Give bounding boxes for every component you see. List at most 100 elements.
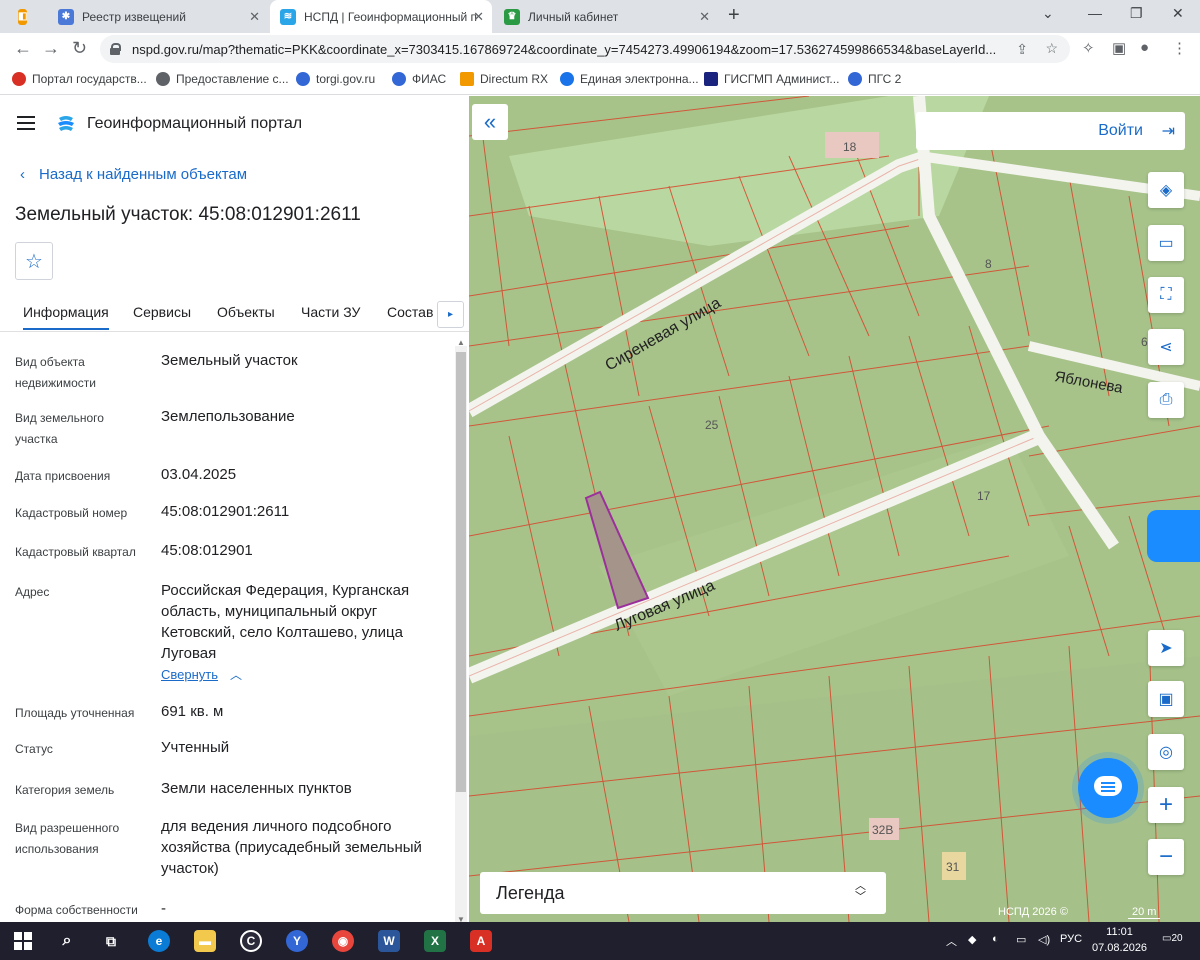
locate-button[interactable]: ➤ bbox=[1148, 630, 1184, 666]
bookmark-star-icon[interactable]: ☆ bbox=[1045, 40, 1058, 57]
print-button[interactable]: ⎙ bbox=[1148, 382, 1184, 418]
share-icon[interactable]: ⇪ bbox=[1016, 41, 1028, 58]
side-panel-icon[interactable]: ▣ bbox=[1112, 39, 1126, 57]
tab-information[interactable]: Информация bbox=[23, 304, 109, 330]
minimize-icon[interactable]: — bbox=[1088, 5, 1102, 21]
window-close-icon[interactable]: ✕ bbox=[1172, 5, 1184, 22]
volume-icon[interactable]: ◁) bbox=[1038, 933, 1050, 946]
clock[interactable]: 11:01 07.08.2026 bbox=[1092, 924, 1147, 956]
info-value: 03.04.2025 bbox=[161, 466, 237, 483]
tab-services[interactable]: Сервисы bbox=[133, 304, 191, 320]
directum-icon: ◧ bbox=[18, 8, 28, 25]
bookmark-pgs[interactable]: ПГС 2 bbox=[848, 72, 901, 86]
collapse-link[interactable]: Свернуть bbox=[161, 667, 218, 682]
house-number: 18 bbox=[843, 140, 857, 154]
portal-logo-icon bbox=[58, 116, 74, 131]
bookmark-unified[interactable]: Единая электронна... bbox=[560, 72, 699, 86]
layers-icon: ◈ bbox=[1159, 182, 1173, 199]
tray-display-icon[interactable]: ▭ bbox=[1016, 933, 1026, 946]
tabs-scroll-right-button[interactable]: ▸ bbox=[437, 301, 464, 328]
bookmark-gisgmp[interactable]: ГИСГМП Админист... bbox=[704, 72, 839, 86]
tab-search-icon[interactable]: ⌄ bbox=[1042, 5, 1054, 22]
chat-button[interactable] bbox=[1078, 758, 1138, 818]
language-indicator[interactable]: РУС bbox=[1060, 933, 1082, 945]
area-select-button[interactable]: ⛶ bbox=[1148, 277, 1184, 313]
ruler-button[interactable]: ▭ bbox=[1148, 225, 1184, 261]
yandex-icon[interactable]: Y bbox=[286, 930, 308, 952]
file-explorer-icon[interactable]: ▬ bbox=[194, 930, 216, 952]
address-bar[interactable]: nspd.gov.ru/map?thematic=PKK&coordinate_… bbox=[100, 35, 1070, 63]
back-arrow-icon[interactable]: ← bbox=[14, 38, 32, 59]
search-icon[interactable]: ⌕ bbox=[56, 930, 78, 952]
tab-close-icon[interactable]: ✕ bbox=[249, 9, 260, 25]
reload-icon[interactable]: ↻ bbox=[72, 38, 87, 59]
tab-pinned[interactable]: ◧ bbox=[8, 0, 30, 33]
legend-dropdown[interactable]: Легенда ︿ ﹀ bbox=[480, 872, 886, 914]
layers-button[interactable]: ◈ bbox=[1148, 172, 1184, 208]
profile-avatar-icon[interactable]: ● bbox=[1140, 39, 1149, 56]
nspd-chat-logo-icon[interactable] bbox=[1147, 510, 1200, 562]
bookmark-torgi[interactable]: torgi.gov.ru bbox=[296, 72, 375, 86]
house-number: 25 bbox=[705, 418, 719, 432]
edge-icon[interactable]: e bbox=[148, 930, 170, 952]
tab-objects[interactable]: Объекты bbox=[217, 304, 275, 320]
menu-kebab-icon[interactable]: ⋮ bbox=[1172, 39, 1187, 57]
tab-favicon: ✱ bbox=[58, 8, 74, 25]
tab-registry[interactable]: ✱ Реестр извещений ✕ bbox=[48, 0, 268, 33]
task-view-icon[interactable]: ⧉ bbox=[100, 930, 122, 952]
zoom-out-button[interactable]: − bbox=[1148, 839, 1184, 875]
word-icon[interactable]: W bbox=[378, 930, 400, 952]
forward-arrow-icon[interactable]: → bbox=[42, 38, 60, 59]
windows-taskbar: ⌕ ⧉ e ▬ C Y ◉ W X A ︿ ◆ ◐ ▭ ◁) РУС 11:01… bbox=[0, 922, 1200, 960]
extensions-icon[interactable]: ✧ bbox=[1082, 39, 1095, 57]
info-value: Землепользование bbox=[161, 408, 295, 425]
zoom-in-button[interactable]: + bbox=[1148, 787, 1184, 823]
info-panel: Геоинформационный портал ‹ Назад к найде… bbox=[0, 96, 469, 922]
windows-start-icon[interactable] bbox=[12, 930, 34, 952]
back-to-results-link[interactable]: ‹ Назад к найденным объектам bbox=[20, 166, 247, 183]
notifications-icon[interactable]: ▭20 bbox=[1162, 933, 1183, 944]
tab-nspd[interactable]: ≋ НСПД | Геоинформационный п ✕ bbox=[270, 0, 492, 33]
tab-composition[interactable]: Состав bbox=[387, 304, 433, 320]
share-icon: ⋖ bbox=[1159, 339, 1173, 356]
info-label: Вид земельного участка bbox=[15, 411, 104, 446]
menu-hamburger-icon[interactable] bbox=[17, 116, 35, 130]
tab-cabinet[interactable]: ♛ Личный кабинет ✕ bbox=[494, 0, 718, 33]
chevron-left-icon: ‹ bbox=[20, 166, 25, 183]
tab-favicon: ≋ bbox=[280, 8, 296, 25]
scroll-up-icon[interactable]: ▲ bbox=[457, 338, 465, 347]
scrollbar-thumb[interactable] bbox=[456, 352, 466, 792]
excel-icon[interactable]: X bbox=[424, 930, 446, 952]
directum-app-icon[interactable]: C bbox=[240, 930, 262, 952]
chevron-updown-icon: ︿ ﹀ bbox=[855, 880, 866, 903]
tray-app-icon[interactable]: ◆ bbox=[968, 933, 976, 946]
share-button[interactable]: ⋖ bbox=[1148, 329, 1184, 365]
tab-close-icon[interactable]: ✕ bbox=[473, 9, 484, 25]
tab-parts[interactable]: Части ЗУ bbox=[301, 304, 360, 320]
acrobat-icon[interactable]: A bbox=[470, 930, 492, 952]
bookmark-gosuslugi[interactable]: Портал государств... bbox=[12, 72, 147, 86]
minimap-button[interactable]: ▣ bbox=[1148, 681, 1184, 717]
collapse-panel-button[interactable]: « bbox=[472, 104, 508, 140]
bookmark-fias[interactable]: ФИАС bbox=[392, 72, 446, 86]
info-value: 45:08:012901 bbox=[161, 542, 253, 559]
tray-network-icon[interactable]: ◐ bbox=[992, 933, 999, 945]
tray-expand-icon[interactable]: ︿ bbox=[946, 933, 957, 949]
scroll-down-icon[interactable]: ▼ bbox=[457, 915, 465, 922]
bookmark-icon bbox=[156, 72, 170, 86]
maximize-icon[interactable]: ❐ bbox=[1130, 5, 1143, 22]
tab-close-icon[interactable]: ✕ bbox=[699, 9, 710, 25]
login-button[interactable]: Войти ⇥ bbox=[916, 112, 1185, 150]
chrome-icon[interactable]: ◉ bbox=[332, 930, 354, 952]
plus-icon: + bbox=[1158, 791, 1173, 818]
browser-toolbar: ← → ↻ nspd.gov.ru/map?thematic=PKK&coord… bbox=[0, 33, 1200, 65]
new-tab-icon[interactable]: + bbox=[728, 4, 740, 27]
ruler-icon: ▭ bbox=[1158, 235, 1174, 252]
house-number: 31 bbox=[946, 860, 960, 874]
bookmark-provision[interactable]: Предоставление с... bbox=[156, 72, 289, 86]
panel-scrollbar[interactable]: ▲ ▼ bbox=[455, 338, 467, 922]
tab-title: Реестр извещений bbox=[82, 9, 186, 24]
bookmark-directum[interactable]: Directum RX bbox=[460, 72, 548, 86]
favorite-star-button[interactable]: ☆ bbox=[15, 242, 53, 280]
geolocation-button[interactable]: ◎ bbox=[1148, 734, 1184, 770]
